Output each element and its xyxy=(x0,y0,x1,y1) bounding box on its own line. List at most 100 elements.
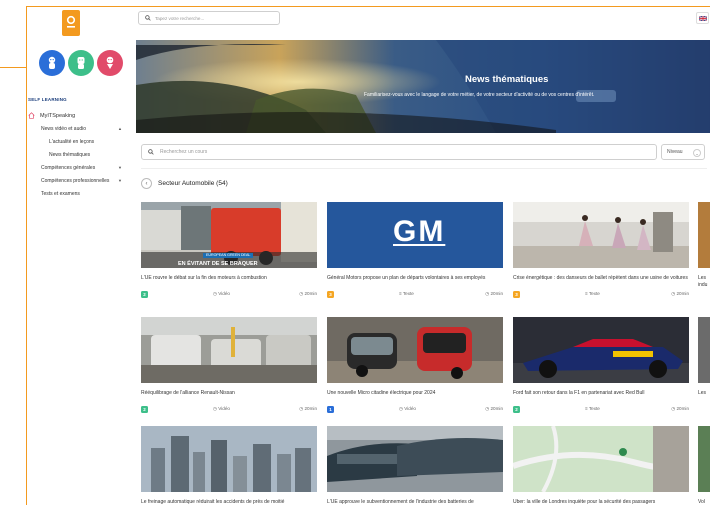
course-card-partial[interactable]: Les xyxy=(698,317,710,397)
course-thumbnail xyxy=(698,426,710,492)
course-type: ≡ Texte xyxy=(399,291,414,296)
course-duration-label: 20min xyxy=(304,406,317,411)
sidebar-item-tests-examens[interactable]: Tests et examens xyxy=(28,187,128,200)
sidebar-item-actualite-lecons[interactable]: L'actualité en leçons xyxy=(28,135,128,148)
course-card-partial[interactable]: Les indu xyxy=(698,202,710,289)
course-search-placeholder: Recherchez un cours xyxy=(160,149,208,155)
avatar-level-intermediate[interactable] xyxy=(68,50,94,76)
course-card-partial[interactable]: Vol xyxy=(698,426,710,506)
course-duration: ◷ 20min xyxy=(485,291,503,297)
course-duration-label: 20min xyxy=(490,406,503,411)
course-title: Le freinage automatique réduirait les ac… xyxy=(141,499,285,505)
course-card[interactable]: GM Général Motors propose un plan de dép… xyxy=(327,202,503,298)
course-thumbnail xyxy=(513,317,689,383)
home-icon xyxy=(28,112,35,119)
course-title: Ford fait son retour dans la F1 en parte… xyxy=(513,390,645,396)
course-type: ≡ Texte xyxy=(585,406,600,411)
main-content: Tapez votre recherche... News thématique… xyxy=(135,7,710,505)
course-duration-label: 20min xyxy=(490,291,503,296)
course-card[interactable]: Une nouvelle Micro citadine électrique p… xyxy=(327,317,503,413)
level-avatars xyxy=(39,50,123,76)
sidebar-item-myitspeaking[interactable]: MyITSpeaking xyxy=(28,109,128,122)
course-card[interactable]: Uber: la ville de Londres inquiète pour … xyxy=(513,426,689,513)
course-thumbnail: EUROPEAN GREEN DEAL EN ÉVITANT DE SE BRA… xyxy=(141,202,317,268)
sidebar-item-label: MyITSpeaking xyxy=(40,112,76,119)
course-duration-label: 20min xyxy=(676,406,689,411)
course-duration: ◷ 20min xyxy=(485,406,503,412)
course-title: Crise énergétique : des danseurs de ball… xyxy=(513,275,688,281)
course-duration: ◷ 20min xyxy=(299,291,317,297)
sidebar-item-news-thematiques[interactable]: News thématiques xyxy=(28,148,128,161)
course-type: ◷ Vidéo xyxy=(213,406,230,412)
course-thumbnail: GM xyxy=(327,202,503,268)
course-type: ◷ Vidéo xyxy=(399,406,416,412)
itspeaking-logo-icon[interactable] xyxy=(62,10,80,36)
sidebar-item-label: L'actualité en leçons xyxy=(49,138,95,145)
avatar-level-advanced[interactable] xyxy=(97,50,123,76)
course-duration-label: 20min xyxy=(676,291,689,296)
chevron-down-icon: ▼ xyxy=(118,165,122,170)
course-thumbnail xyxy=(327,317,503,383)
course-type-label: Texte xyxy=(588,291,600,296)
course-duration-label: 20min xyxy=(304,291,317,296)
nav-section-title: SELF LEARNING xyxy=(28,97,67,102)
back-button[interactable]: ‹ xyxy=(141,178,152,189)
level-badge: 1 xyxy=(327,406,334,413)
sidebar-item-label: Compétences professionnelles xyxy=(41,177,110,184)
sidebar-item-label: Compétences générales xyxy=(41,164,96,171)
course-meta: 3 ≡ Texte ◷ 20min xyxy=(327,291,503,299)
uk-flag-icon[interactable] xyxy=(696,12,709,24)
course-title: Rééquilibrage de l'alliance Renault-Niss… xyxy=(141,390,235,396)
banner-image xyxy=(136,40,710,133)
banner-subtitle: Familiarisez-vous avec le langage de vot… xyxy=(364,92,595,98)
course-title: Les xyxy=(698,390,707,396)
search-icon xyxy=(148,149,154,155)
course-type-label: Vidéo xyxy=(404,406,416,411)
course-type-label: Vidéo xyxy=(218,291,230,296)
course-type: ◷ Vidéo xyxy=(213,291,230,297)
course-thumbnail xyxy=(141,426,317,492)
chevron-up-icon: ▲ xyxy=(118,126,122,131)
course-search-input[interactable]: Recherchez un cours xyxy=(141,144,657,160)
course-duration: ◷ 20min xyxy=(671,291,689,297)
sidebar-item-competences-professionnelles[interactable]: Compétences professionnelles ▼ xyxy=(28,174,128,187)
course-duration: ◷ 20min xyxy=(671,406,689,412)
course-card[interactable]: Rééquilibrage de l'alliance Renault-Niss… xyxy=(141,317,317,413)
sector-title: Secteur Automobile (54) xyxy=(158,180,228,187)
banner-title: News thématiques xyxy=(465,74,549,85)
sector-header: ‹ Secteur Automobile (54) xyxy=(141,178,228,189)
course-type-label: Texte xyxy=(588,406,600,411)
search-input[interactable]: Tapez votre recherche... xyxy=(138,11,280,25)
level-badge: 3 xyxy=(327,291,334,298)
sidebar-item-label: News vidéo et audio xyxy=(41,125,87,132)
course-title: Les indu xyxy=(698,275,708,288)
hero-banner: News thématiques Familiarisez-vous avec … xyxy=(136,40,710,133)
course-card[interactable]: Crise énergétique : des danseurs de ball… xyxy=(513,202,689,298)
course-thumbnail xyxy=(513,202,689,268)
chevron-down-icon: ⌄ xyxy=(693,149,701,157)
frame-connector xyxy=(0,67,27,68)
course-thumbnail xyxy=(698,317,710,383)
course-meta: 1 ◷ Vidéo ◷ 20min xyxy=(327,406,503,414)
sidebar-item-label: Tests et examens xyxy=(41,190,80,197)
course-card[interactable]: EUROPEAN GREEN DEAL EN ÉVITANT DE SE BRA… xyxy=(141,202,317,298)
course-card[interactable]: L'UE approuve le subventionnement de l'i… xyxy=(327,426,503,513)
course-duration: ◷ 20min xyxy=(299,406,317,412)
sidebar-item-label: News thématiques xyxy=(49,151,91,158)
course-card[interactable]: Ford fait son retour dans la F1 en parte… xyxy=(513,317,689,413)
level-badge: 2 xyxy=(513,406,520,413)
course-title: L'UE rouvre le débat sur la fin des mote… xyxy=(141,275,267,281)
sidebar-item-competences-generales[interactable]: Compétences générales ▼ xyxy=(28,161,128,174)
course-title: Général Motors propose un plan de départ… xyxy=(327,275,486,281)
divider xyxy=(141,168,707,169)
level-badge: 2 xyxy=(141,406,148,413)
course-type: ≡ Texte xyxy=(585,291,600,296)
avatar-level-beginner[interactable] xyxy=(39,50,65,76)
course-meta: 2 ≡ Texte ◷ 20min xyxy=(513,406,689,414)
course-title: Une nouvelle Micro citadine électrique p… xyxy=(327,390,436,396)
search-placeholder: Tapez votre recherche... xyxy=(155,15,205,21)
level-select[interactable]: Niveau ⌄ xyxy=(661,144,705,160)
sidebar-item-news-video-audio[interactable]: News vidéo et audio ▲ xyxy=(28,122,128,135)
level-badge: 2 xyxy=(141,291,148,298)
course-card[interactable]: Le freinage automatique réduirait les ac… xyxy=(141,426,317,513)
